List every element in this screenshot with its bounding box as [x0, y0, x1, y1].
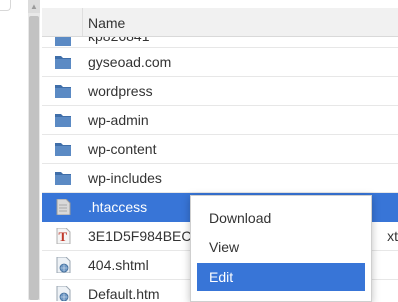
file-name: .htaccess — [88, 199, 148, 215]
file-name: kp826841 — [88, 37, 150, 44]
file-name: Default.htm — [88, 286, 160, 301]
file-name: wp-content — [88, 141, 157, 157]
file-name: wp-admin — [88, 112, 149, 128]
file-name: 404.shtml — [88, 257, 149, 273]
panel-corner — [0, 0, 11, 11]
file-list-header: Name — [42, 8, 398, 37]
folder-icon — [55, 172, 71, 185]
column-separator — [82, 8, 83, 36]
text-file-icon: T — [56, 228, 71, 244]
folder-icon — [55, 85, 71, 98]
scrollbar-thumb[interactable] — [29, 16, 39, 300]
folder-icon — [55, 143, 71, 156]
edit-menu-item[interactable]: Edit — [197, 263, 365, 291]
folder-icon — [55, 56, 71, 69]
file-name-overflow: xt — [387, 228, 398, 244]
file-row[interactable]: wp-admin — [42, 106, 398, 135]
download-menu-item[interactable]: Download — [197, 204, 365, 232]
file-name: 3E1D5F984BEC — [88, 228, 192, 244]
file-icon — [56, 199, 71, 215]
file-row[interactable]: wordpress — [42, 77, 398, 106]
scroll-up-icon[interactable]: ▲ — [28, 0, 40, 13]
file-name: wordpress — [88, 83, 153, 99]
file-row[interactable]: kp826841 — [42, 37, 398, 48]
svg-text:T: T — [59, 229, 68, 244]
file-name: gyseoad.com — [88, 54, 172, 70]
vertical-scrollbar[interactable]: ▲ — [28, 0, 40, 300]
folder-icon — [55, 37, 71, 46]
context-menu: Download View Edit — [190, 195, 372, 302]
file-name: wp-includes — [88, 170, 162, 186]
file-row[interactable]: wp-includes — [42, 164, 398, 193]
file-row[interactable]: gyseoad.com — [42, 48, 398, 77]
folder-icon — [55, 114, 71, 127]
left-gutter — [0, 0, 26, 300]
name-column-header[interactable]: Name — [88, 15, 125, 31]
web-file-icon — [56, 286, 71, 301]
view-menu-item[interactable]: View — [197, 233, 365, 261]
web-file-icon — [56, 257, 71, 273]
file-row[interactable]: wp-content — [42, 135, 398, 164]
